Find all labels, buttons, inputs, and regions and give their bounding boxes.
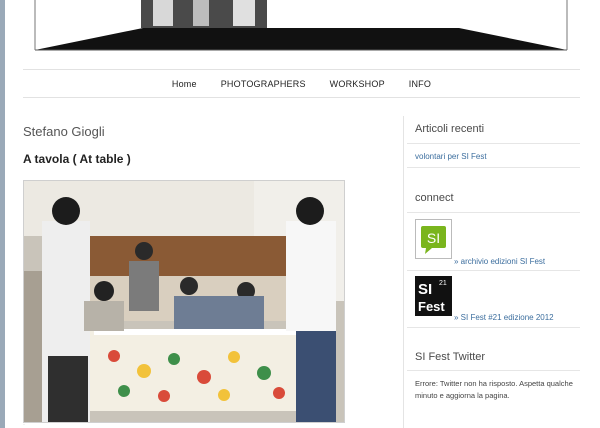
si-logo-text: SI (427, 230, 440, 246)
nav-info[interactable]: INFO (409, 79, 431, 89)
header-banner (33, 0, 569, 52)
twitter-heading: SI Fest Twitter (415, 351, 486, 363)
recent-posts-heading: Articoli recenti (415, 123, 485, 135)
si-fest-logo-si: SI (418, 281, 432, 298)
sidebar-rule (407, 167, 580, 168)
post-author[interactable]: Stefano Giogli (23, 124, 105, 139)
post-photo[interactable] (23, 180, 345, 423)
main-nav: Home PHOTOGRAPHERS WORKSHOP INFO (23, 70, 580, 97)
sidebar-rule (407, 270, 580, 271)
sidebar-rule (407, 212, 580, 213)
twitter-error-message: Errore: Twitter non ha risposto. Aspetta… (415, 379, 573, 400)
sidebar-rule (407, 327, 580, 328)
sidebar-rule (407, 143, 580, 144)
nav-home[interactable]: Home (172, 79, 197, 89)
nav-workshop[interactable]: WORKSHOP (330, 79, 385, 89)
connect-heading: connect (415, 192, 454, 204)
left-edge-rule (0, 0, 5, 428)
sidebar-rule (407, 370, 580, 371)
post-title: A tavola ( At table ) (23, 152, 131, 166)
nav-bottom-divider (23, 97, 580, 98)
family-at-table-image (24, 181, 344, 422)
si-fest-logo-num: 21 (439, 280, 447, 287)
nav-photographers[interactable]: PHOTOGRAPHERS (221, 79, 306, 89)
recent-post-link[interactable]: volontari per SI Fest (415, 152, 487, 161)
si-fest-2012-link[interactable]: » SI Fest #21 edizione 2012 (454, 313, 554, 322)
photo-caption: · (23, 422, 25, 428)
si-fest-logo-fest: Fest (418, 299, 445, 314)
sidebar-divider (403, 116, 404, 428)
si-fest-21-logo[interactable]: SI 21 Fest (415, 276, 452, 316)
archive-link[interactable]: » archivio edizioni SI Fest (454, 257, 545, 266)
si-archive-logo[interactable]: SI (415, 219, 452, 259)
